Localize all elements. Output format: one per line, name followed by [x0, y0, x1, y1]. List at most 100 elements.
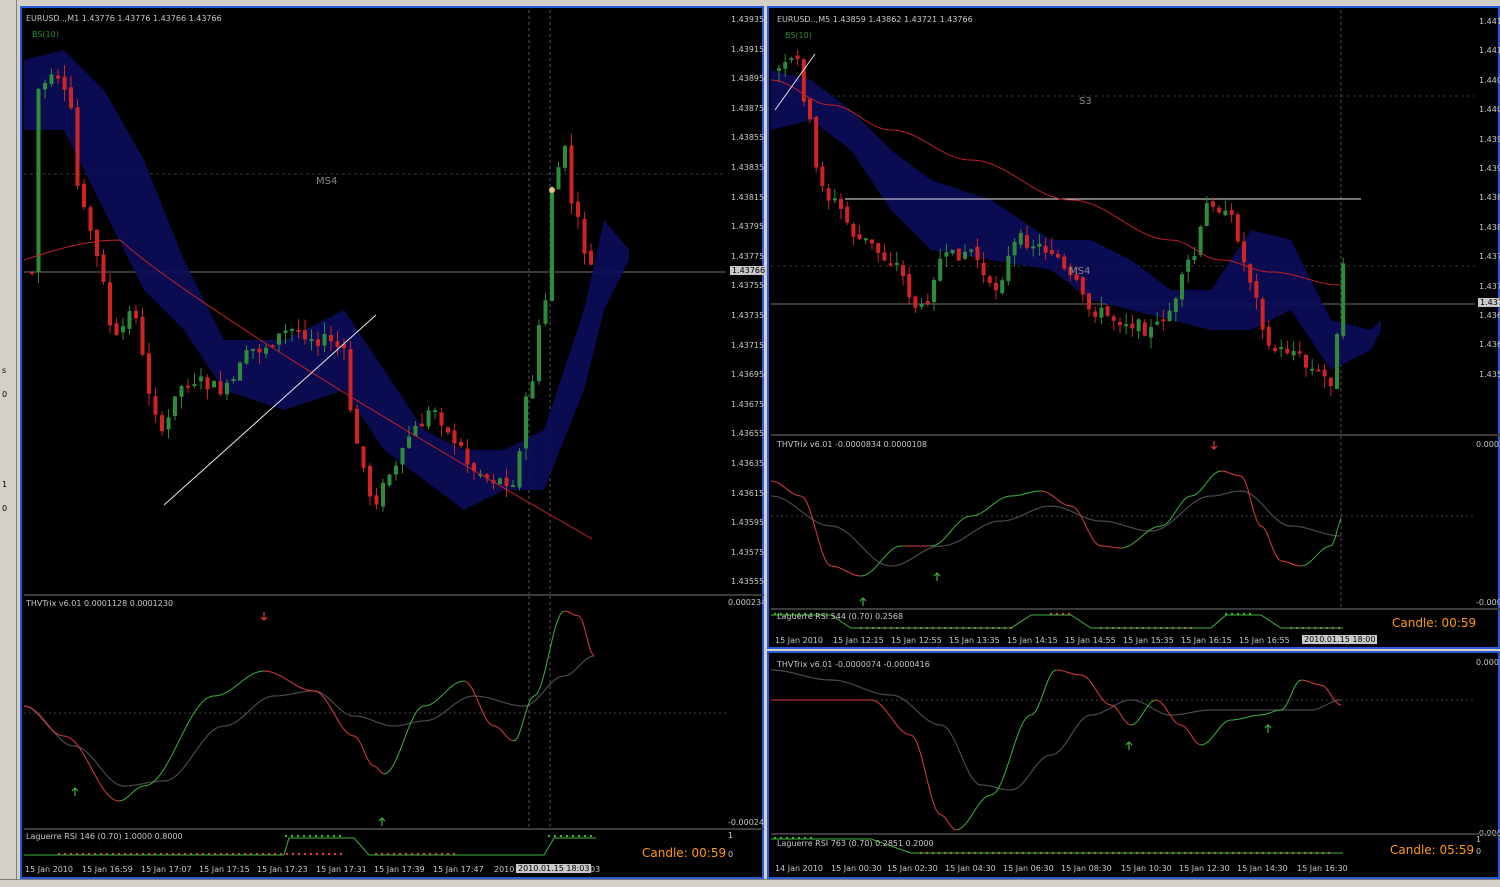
candle-body [1149, 327, 1153, 338]
price-chart-m1[interactable] [24, 10, 726, 594]
price-tick: 1.437 [1479, 252, 1500, 261]
trix-line [984, 796, 987, 798]
trix-line [345, 731, 348, 734]
candle-body [1093, 311, 1097, 316]
trix-line [1152, 527, 1155, 528]
candle-body [932, 280, 936, 302]
time-tick: 15 Jan 12:15 [833, 636, 884, 645]
trix-line [1068, 672, 1071, 673]
trix-line [588, 642, 591, 652]
trix-line [1323, 547, 1326, 549]
trix-line [1137, 718, 1140, 722]
candle-body [30, 272, 34, 274]
chart-window-m1[interactable]: EURUSD..,M1 1.43776 1.43776 1.43766 1.43… [20, 6, 764, 879]
candle-body [349, 349, 353, 410]
trix-line [108, 795, 111, 798]
trix-line [987, 795, 990, 796]
trix-line [1212, 734, 1215, 738]
trix-line [1161, 525, 1164, 526]
candle-body [796, 55, 800, 59]
trix-line [465, 681, 468, 683]
price-tick: 1.43915 [731, 45, 764, 54]
trix-line [165, 762, 168, 767]
trix-line [1326, 546, 1329, 547]
trix-line [426, 705, 429, 706]
trix-line [945, 817, 948, 821]
chart-window-h1[interactable]: THVTrix v6.01 -0.0000074 -0.0000416 0.00… [767, 651, 1500, 879]
candle-body [833, 198, 837, 200]
trix-line [573, 614, 576, 615]
trix-line [1218, 726, 1221, 730]
candle-body [245, 350, 249, 363]
trix-line [1032, 491, 1035, 492]
chart-window-m5[interactable]: EURUSD..,M5 1.43859 1.43862 1.43721 1.43… [767, 6, 1500, 649]
trix-line [1314, 555, 1317, 558]
current-price-label: 1.43766 [730, 266, 767, 275]
candle-body [944, 252, 948, 256]
rsi-pane-h1: Laguerre RSI 763 (0.70) 0.2851 0.2000 [771, 835, 1475, 857]
candle-body [446, 427, 450, 432]
trix-line [1245, 717, 1248, 718]
trix-line [381, 772, 384, 774]
trix-line [111, 798, 114, 800]
trix-line [387, 770, 390, 773]
candle-body [1285, 349, 1289, 354]
candle-body [108, 282, 112, 325]
time-tick: 15 Jan 12:55 [891, 636, 942, 645]
trix-line [882, 706, 885, 709]
trix-line [894, 722, 897, 726]
trix-line [975, 515, 978, 516]
trix-line [879, 703, 882, 706]
trix-line [444, 691, 447, 694]
trix-line [1086, 526, 1089, 532]
trix-line [942, 815, 945, 817]
candle-body [901, 265, 905, 276]
candle-body [557, 167, 561, 189]
trix-line [1023, 494, 1026, 495]
rsi-dot-green [321, 835, 323, 837]
trix-line [1302, 565, 1305, 566]
trix-line [1155, 526, 1158, 527]
trix-line [1248, 490, 1251, 501]
price-pane-m5[interactable]: EURUSD..,M5 1.43859 1.43862 1.43721 1.43… [771, 10, 1475, 434]
candle-body [258, 349, 262, 353]
trix-line [1059, 670, 1062, 671]
candle-body [988, 276, 992, 282]
candle-body [212, 381, 216, 387]
trix-line [303, 689, 306, 690]
candle-body [1323, 370, 1327, 377]
time-axis-m1: 15 Jan 201015 Jan 16:5915 Jan 17:0715 Ja… [24, 862, 764, 877]
trix-line [1119, 712, 1122, 717]
trix-line [1074, 507, 1077, 510]
candle-body [1130, 324, 1134, 329]
rsi-dot-red [310, 853, 312, 855]
up-arrow [379, 818, 385, 826]
time-tick: 15 Jan 15:35 [1123, 636, 1174, 645]
trix-line [147, 784, 150, 785]
trix-line [906, 734, 909, 735]
trix-line [1227, 720, 1230, 721]
candle-body [420, 424, 424, 427]
trix-line [300, 687, 303, 688]
candle-body [193, 384, 197, 386]
marker [549, 187, 555, 193]
osc-bottom-label: -0.000 [1476, 598, 1500, 607]
rsi-dot-green [566, 835, 568, 837]
candle-body [433, 410, 437, 412]
time-tick: 15 Jan 14:15 [1007, 636, 1058, 645]
price-pane-m1[interactable]: EURUSD..,M1 1.43776 1.43776 1.43766 1.43… [24, 10, 726, 594]
candle-body [1000, 280, 1004, 293]
rsi-dot-green [309, 835, 311, 837]
time-tick: 15 Jan 2010 [775, 636, 823, 645]
candle-body [355, 409, 359, 444]
trix-line [132, 790, 135, 793]
trix-line [558, 613, 561, 619]
trix-line [981, 798, 984, 801]
trix-line [243, 678, 246, 680]
price-chart-m5[interactable] [771, 10, 1475, 434]
trix-line [903, 732, 906, 734]
candle-body [316, 339, 320, 346]
trix-line [933, 545, 936, 546]
trix-line [933, 802, 936, 810]
trix-line [1140, 713, 1143, 718]
